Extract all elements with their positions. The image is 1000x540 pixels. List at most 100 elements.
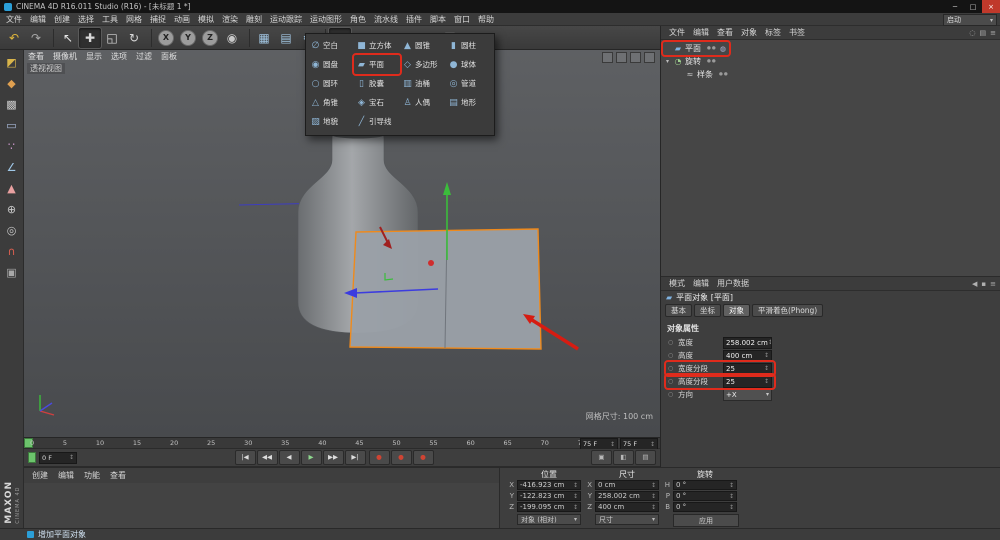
primitive-item[interactable]: ◇ 多边形 bbox=[400, 55, 446, 74]
menu-item[interactable]: 模拟 bbox=[194, 14, 218, 25]
viewport-menu-item[interactable]: 显示 bbox=[86, 51, 102, 62]
goto-start-button[interactable]: |◀ bbox=[235, 450, 256, 465]
primitive-item[interactable]: ▰ 平面 bbox=[354, 55, 400, 74]
spinner-icon[interactable]: ↕ bbox=[764, 365, 769, 372]
attribute-manager-menu[interactable]: 编辑 bbox=[689, 278, 713, 289]
attribute-manager-menu[interactable]: 模式 bbox=[665, 278, 689, 289]
om-search-icon[interactable]: ◌ bbox=[969, 29, 975, 37]
primitive-item[interactable]: ◎ 管道 bbox=[446, 74, 492, 93]
position-field[interactable]: -122.823 cm ↕ bbox=[517, 491, 581, 501]
workplane-lock-button[interactable]: ▣ bbox=[2, 262, 22, 282]
viewport-menu-item[interactable]: 摄像机 bbox=[53, 51, 77, 62]
object-manager-menu[interactable]: 书签 bbox=[785, 27, 809, 38]
size-field[interactable]: 0 cm ↕ bbox=[595, 480, 659, 490]
record-keyframe-button[interactable]: ● bbox=[369, 450, 390, 465]
spinner-icon[interactable]: ↕ bbox=[729, 482, 734, 489]
render-view-button[interactable]: ▦ bbox=[253, 28, 275, 48]
visibility-toggle-icon[interactable]: ●● bbox=[707, 46, 717, 51]
menu-item[interactable]: 动画 bbox=[170, 14, 194, 25]
expand-toggle-icon[interactable]: ▾ bbox=[666, 58, 673, 65]
primitive-item[interactable]: ▨ 地貌 bbox=[308, 112, 354, 131]
attribute-value-field[interactable]: 258.002 cm ↕ bbox=[723, 337, 772, 349]
live-selection-button[interactable]: ↖ bbox=[57, 28, 79, 48]
primitive-item[interactable]: ▤ 地形 bbox=[446, 93, 492, 112]
am-lock-icon[interactable]: ▪ bbox=[981, 280, 986, 288]
primitive-item[interactable]: ▲ 圆锥 bbox=[400, 36, 446, 55]
primitive-item[interactable]: ▮ 圆柱 bbox=[446, 36, 492, 55]
keyframe-circle-icon[interactable]: ○ bbox=[668, 365, 675, 372]
points-mode-button[interactable]: ∵ bbox=[2, 136, 22, 156]
goto-end-button[interactable]: ▶| bbox=[345, 450, 366, 465]
plane-object[interactable] bbox=[350, 229, 541, 349]
spinner-icon[interactable]: ↕ bbox=[729, 493, 734, 500]
close-button[interactable]: × bbox=[982, 0, 1000, 13]
keyframe-circle-icon[interactable]: ○ bbox=[668, 339, 675, 346]
lock-x-axis-button[interactable]: X bbox=[155, 28, 177, 48]
visibility-toggle-icon[interactable]: ●● bbox=[719, 72, 729, 77]
material-manager-menu[interactable]: 功能 bbox=[80, 470, 104, 481]
primitive-item[interactable]: ♙ 人偶 bbox=[400, 93, 446, 112]
object-manager-menu[interactable]: 编辑 bbox=[689, 27, 713, 38]
menu-item[interactable]: 角色 bbox=[346, 14, 370, 25]
spinner-icon[interactable]: ↕ bbox=[651, 482, 656, 489]
spinner-icon[interactable]: ↕ bbox=[651, 504, 656, 511]
attribute-value-field[interactable]: 400 cm ↕ bbox=[723, 350, 772, 362]
material-list-area[interactable] bbox=[24, 483, 499, 528]
undo-button[interactable]: ↶ bbox=[3, 28, 25, 48]
material-manager-menu[interactable]: 编辑 bbox=[54, 470, 78, 481]
rotation-field[interactable]: 0 ° ↕ bbox=[673, 491, 737, 501]
menu-item[interactable]: 帮助 bbox=[474, 14, 498, 25]
primitive-item[interactable]: ▥ 油桶 bbox=[400, 74, 446, 93]
spinner-icon[interactable]: ↕ bbox=[69, 454, 74, 461]
rotate-tool-button[interactable]: ↻ bbox=[123, 28, 145, 48]
playhead-handle[interactable] bbox=[28, 452, 36, 463]
spinner-icon[interactable]: ↕ bbox=[764, 352, 769, 359]
attribute-value-field[interactable]: 25 ↕ bbox=[723, 376, 772, 388]
layout-preset-dropdown[interactable]: 启动 ▾ bbox=[943, 14, 997, 26]
size-field[interactable]: 400 cm ↕ bbox=[595, 502, 659, 512]
attribute-manager-menu[interactable]: 用户数据 bbox=[713, 278, 753, 289]
sound-button[interactable]: ◧ bbox=[613, 450, 634, 465]
object-name[interactable]: 样条 bbox=[697, 69, 713, 80]
next-frame-button[interactable]: ▶▶ bbox=[323, 450, 344, 465]
workplane-mode-button[interactable]: ▭ bbox=[2, 115, 22, 135]
menu-item[interactable]: 插件 bbox=[402, 14, 426, 25]
spinner-icon[interactable]: ↕ bbox=[651, 493, 656, 500]
polygons-mode-button[interactable]: ▲ bbox=[2, 178, 22, 198]
object-manager-menu[interactable]: 标签 bbox=[761, 27, 785, 38]
z-axis-handle[interactable] bbox=[428, 260, 434, 266]
attribute-tab[interactable]: 坐标 bbox=[694, 304, 721, 317]
enable-axis-button[interactable]: ⊕ bbox=[2, 199, 22, 219]
size-field[interactable]: 258.002 cm ↕ bbox=[595, 491, 659, 501]
redo-button[interactable]: ↷ bbox=[25, 28, 47, 48]
size-mode-dropdown[interactable]: 尺寸 ▾ bbox=[595, 514, 659, 525]
coordinate-mode-dropdown[interactable]: 对象 (相对) ▾ bbox=[517, 514, 581, 525]
material-manager-menu[interactable]: 查看 bbox=[106, 470, 130, 481]
single-view-icon[interactable] bbox=[602, 52, 613, 63]
om-options-icon[interactable]: ≡ bbox=[990, 29, 996, 37]
playback-rate-button[interactable]: ▣ bbox=[591, 450, 612, 465]
spinner-icon[interactable]: ↕ bbox=[573, 504, 578, 511]
attribute-value-field[interactable]: 25 ↕ bbox=[723, 363, 772, 375]
object-manager-menu[interactable]: 查看 bbox=[713, 27, 737, 38]
viewport-menu-item[interactable]: 查看 bbox=[28, 51, 44, 62]
lock-y-axis-button[interactable]: Y bbox=[177, 28, 199, 48]
scale-tool-button[interactable]: ◱ bbox=[101, 28, 123, 48]
position-field[interactable]: -416.923 cm ↕ bbox=[517, 480, 581, 490]
viewport-menu-item[interactable]: 过滤 bbox=[136, 51, 152, 62]
menu-item[interactable]: 选择 bbox=[74, 14, 98, 25]
rotation-field[interactable]: 0 ° ↕ bbox=[673, 480, 737, 490]
menu-item[interactable]: 流水线 bbox=[370, 14, 402, 25]
object-tag-icon[interactable]: ◍ bbox=[720, 45, 726, 53]
object-row[interactable]: ▰ 平面 ●● ◍ bbox=[663, 42, 729, 55]
spinner-icon[interactable]: ↕ bbox=[729, 504, 734, 511]
keyframe-selection-button[interactable]: ● bbox=[413, 450, 434, 465]
om-filter-icon[interactable]: ▤ bbox=[980, 29, 987, 37]
maximize-view-icon[interactable] bbox=[630, 52, 641, 63]
rotation-field[interactable]: 0 ° ↕ bbox=[673, 502, 737, 512]
render-picture-viewer-button[interactable]: ▤ bbox=[275, 28, 297, 48]
lock-z-axis-button[interactable]: Z bbox=[199, 28, 221, 48]
coordinate-system-button[interactable]: ◉ bbox=[221, 28, 243, 48]
menu-item[interactable]: 文件 bbox=[2, 14, 26, 25]
texture-mode-button[interactable]: ▩ bbox=[2, 94, 22, 114]
